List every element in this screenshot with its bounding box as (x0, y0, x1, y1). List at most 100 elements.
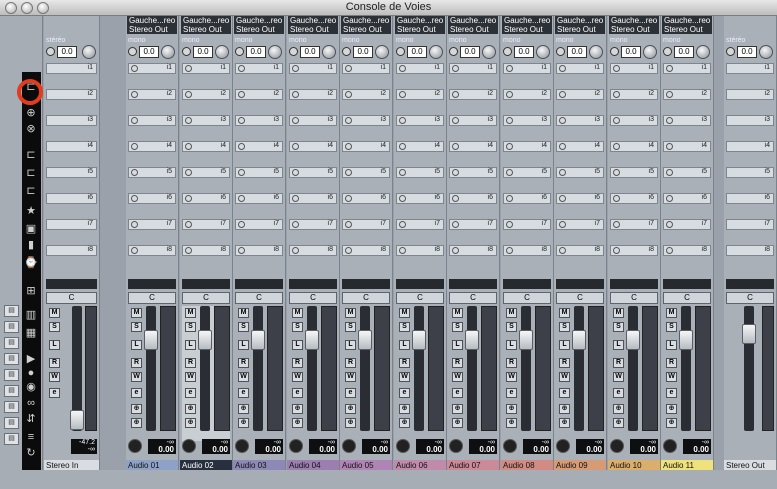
insert-toggle-button[interactable]: ⊕ (613, 404, 624, 414)
power-icon[interactable] (399, 117, 406, 124)
edit-button[interactable]: e (559, 388, 570, 398)
send-value[interactable]: 0.0 (246, 46, 266, 58)
power-icon[interactable] (185, 117, 192, 124)
insert-slot[interactable]: i7 (610, 219, 658, 230)
power-icon[interactable] (666, 247, 673, 254)
insert-slot[interactable]: i1 (235, 63, 283, 74)
mute-button[interactable]: M (506, 308, 517, 318)
insert-slot[interactable]: i4 (663, 141, 711, 152)
power-icon[interactable] (666, 91, 673, 98)
input-routing[interactable]: Gauche...reo In (395, 16, 445, 25)
write-button[interactable]: W (452, 372, 463, 382)
send-knob[interactable] (696, 45, 710, 59)
insert-toggle-button[interactable]: ⊕ (292, 404, 303, 414)
power-icon[interactable] (452, 221, 459, 228)
read-button[interactable]: R (238, 358, 249, 368)
power-icon[interactable] (559, 169, 566, 176)
pan-control[interactable]: C (556, 292, 604, 304)
send-knob[interactable] (215, 45, 229, 59)
mute-button[interactable]: M (49, 308, 60, 318)
insert-slot[interactable]: i1 (182, 63, 230, 74)
expand-icon[interactable]: ⊞ (24, 284, 38, 298)
power-icon[interactable] (235, 47, 244, 56)
power-icon[interactable] (345, 195, 352, 202)
power-icon[interactable] (131, 91, 138, 98)
eq-toggle-button[interactable]: ⊕ (345, 418, 356, 428)
eq-toggle-button[interactable]: ⊕ (506, 418, 517, 428)
window-icon[interactable]: ▣ (24, 222, 38, 236)
power-icon[interactable] (182, 47, 191, 56)
insert-slot[interactable]: i8 (46, 245, 97, 256)
output-routing[interactable]: Stereo Out (181, 25, 231, 34)
solo-button[interactable]: S (292, 322, 303, 332)
power-icon[interactable] (503, 47, 512, 56)
solo-button[interactable]: S (613, 322, 624, 332)
power-icon[interactable] (666, 169, 673, 176)
pan-control[interactable]: C (235, 292, 283, 304)
view-option-icon[interactable]: ▤ (4, 385, 19, 397)
power-icon[interactable] (559, 91, 566, 98)
insert-slot[interactable]: i3 (396, 115, 444, 126)
insert-slot[interactable]: i2 (396, 89, 444, 100)
input-routing[interactable]: Gauche...reo In (555, 16, 605, 25)
insert-slot[interactable]: i5 (503, 167, 551, 178)
insert-toggle-button[interactable]: ⊕ (506, 404, 517, 414)
power-icon[interactable] (452, 143, 459, 150)
insert-slot[interactable]: i6 (556, 193, 604, 204)
power-icon[interactable] (345, 221, 352, 228)
power-icon[interactable] (131, 65, 138, 72)
insert-slot[interactable]: i6 (449, 193, 497, 204)
power-icon[interactable] (452, 91, 459, 98)
insert-slot[interactable]: i7 (726, 219, 774, 230)
insert-slot[interactable]: i4 (46, 141, 97, 152)
insert-slot[interactable]: i2 (610, 89, 658, 100)
pan-control[interactable]: C (610, 292, 658, 304)
monitor-icon[interactable] (128, 439, 142, 453)
read-button[interactable]: R (559, 358, 570, 368)
read-button[interactable]: R (452, 358, 463, 368)
eq-toggle-button[interactable]: ⊕ (613, 418, 624, 428)
view-option-icon[interactable]: ▤ (4, 321, 19, 333)
pan-control[interactable]: C (342, 292, 390, 304)
edit-button[interactable]: e (345, 388, 356, 398)
power-icon[interactable] (613, 117, 620, 124)
mute-button[interactable]: M (399, 308, 410, 318)
insert-toggle-button[interactable]: ⊕ (238, 404, 249, 414)
insert-slot[interactable]: i3 (235, 115, 283, 126)
insert-slot[interactable]: i7 (396, 219, 444, 230)
fader-track[interactable] (307, 306, 317, 431)
mute-button[interactable]: M (292, 308, 303, 318)
output-routing[interactable]: Stereo Out (609, 25, 659, 34)
power-icon[interactable] (238, 117, 245, 124)
insert-toggle-button[interactable]: ⊕ (559, 404, 570, 414)
power-icon[interactable] (289, 47, 298, 56)
output-routing[interactable]: Stereo Out (234, 25, 284, 34)
insert-slot[interactable]: i6 (235, 193, 283, 204)
insert-slot[interactable]: i8 (289, 245, 337, 256)
fader-handle[interactable] (144, 330, 158, 350)
power-icon[interactable] (663, 47, 672, 56)
monitor-icon[interactable] (449, 439, 463, 453)
insert-slot[interactable]: i2 (182, 89, 230, 100)
output-routing[interactable]: Stereo Out (662, 25, 712, 34)
output-routing[interactable]: Stereo Out (341, 25, 391, 34)
listen-button[interactable]: L (399, 340, 410, 350)
view-option-icon[interactable]: ▤ (4, 337, 19, 349)
view-option-icon[interactable]: ▤ (4, 369, 19, 381)
send-knob[interactable] (268, 45, 282, 59)
send-value[interactable]: 0.0 (193, 46, 213, 58)
output-routing[interactable]: Stereo Out (555, 25, 605, 34)
record-icon[interactable]: ● (24, 366, 38, 380)
insert-slot[interactable]: i1 (128, 63, 176, 74)
insert-slot[interactable]: i5 (663, 167, 711, 178)
fader-handle[interactable] (198, 330, 212, 350)
fader-handle[interactable] (358, 330, 372, 350)
fader-handle[interactable] (70, 410, 84, 430)
insert-slot[interactable]: i3 (503, 115, 551, 126)
star-icon[interactable]: ★ (24, 204, 38, 218)
power-icon[interactable] (292, 91, 299, 98)
insert-slot[interactable]: i7 (235, 219, 283, 230)
power-icon[interactable] (185, 143, 192, 150)
insert-slot[interactable]: i5 (342, 167, 390, 178)
read-button[interactable]: R (345, 358, 356, 368)
